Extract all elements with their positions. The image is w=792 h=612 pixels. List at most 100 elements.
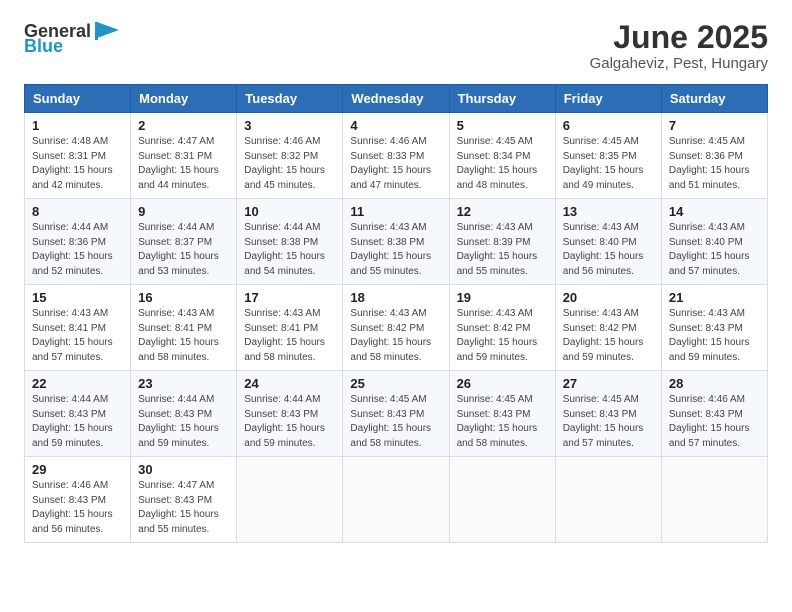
day-number: 11 (350, 204, 441, 219)
day-info: Sunrise: 4:46 AM Sunset: 8:33 PM Dayligh… (350, 135, 441, 193)
day-info: Sunrise: 4:45 AM Sunset: 8:36 PM Dayligh… (669, 135, 760, 193)
calendar-week-row: 22 Sunrise: 4:44 AM Sunset: 8:43 PM Dayli… (25, 371, 768, 457)
day-number: 13 (563, 204, 654, 219)
header-wednesday: Wednesday (343, 85, 449, 113)
day-number: 15 (32, 290, 123, 305)
day-info: Sunrise: 4:46 AM Sunset: 8:32 PM Dayligh… (244, 135, 335, 193)
calendar-cell: 7 Sunrise: 4:45 AM Sunset: 8:36 PM Daylig… (661, 113, 767, 199)
day-number: 19 (457, 290, 548, 305)
day-info: Sunrise: 4:47 AM Sunset: 8:31 PM Dayligh… (138, 135, 229, 193)
day-info: Sunrise: 4:43 AM Sunset: 8:39 PM Dayligh… (457, 221, 548, 279)
calendar: SundayMondayTuesdayWednesdayThursdayFrid… (24, 84, 768, 543)
header-monday: Monday (131, 85, 237, 113)
calendar-cell (661, 457, 767, 543)
calendar-week-row: 8Sunrise: 4:44 AM Sunset: 8:36 PM Daylig… (25, 199, 768, 285)
calendar-cell: 20 Sunrise: 4:43 AM Sunset: 8:42 PM Dayli… (555, 285, 661, 371)
calendar-cell: 3 Sunrise: 4:46 AM Sunset: 8:32 PM Daylig… (237, 113, 343, 199)
calendar-cell: 12 Sunrise: 4:43 AM Sunset: 8:39 PM Dayli… (449, 199, 555, 285)
day-info: Sunrise: 4:45 AM Sunset: 8:34 PM Dayligh… (457, 135, 548, 193)
calendar-cell: 23Sunrise: 4:44 AM Sunset: 8:43 PM Dayli… (131, 371, 237, 457)
day-number: 17 (244, 290, 335, 305)
logo: General Blue (24, 20, 121, 57)
calendar-cell: 13 Sunrise: 4:43 AM Sunset: 8:40 PM Dayli… (555, 199, 661, 285)
day-number: 7 (669, 118, 760, 133)
day-number: 23 (138, 376, 229, 391)
calendar-cell: 9 Sunrise: 4:44 AM Sunset: 8:37 PM Daylig… (131, 199, 237, 285)
calendar-cell: 28Sunrise: 4:46 AM Sunset: 8:43 PM Dayli… (661, 371, 767, 457)
header-thursday: Thursday (449, 85, 555, 113)
day-info: Sunrise: 4:45 AM Sunset: 8:35 PM Dayligh… (563, 135, 654, 193)
calendar-cell: 21 Sunrise: 4:43 AM Sunset: 8:43 PM Dayli… (661, 285, 767, 371)
calendar-cell (555, 457, 661, 543)
logo-blue: Blue (24, 36, 63, 57)
day-info: Sunrise: 4:43 AM Sunset: 8:40 PM Dayligh… (669, 221, 760, 279)
day-info: Sunrise: 4:47 AM Sunset: 8:43 PM Dayligh… (138, 479, 229, 537)
calendar-cell: 15 Sunrise: 4:43 AM Sunset: 8:41 PM Dayli… (25, 285, 131, 371)
header: General Blue June 2025 Galgaheviz, Pest,… (24, 20, 768, 72)
day-info: Sunrise: 4:43 AM Sunset: 8:41 PM Dayligh… (32, 307, 123, 365)
calendar-cell: 18Sunrise: 4:43 AM Sunset: 8:42 PM Dayli… (343, 285, 449, 371)
day-number: 5 (457, 118, 548, 133)
calendar-week-row: 29 Sunrise: 4:46 AM Sunset: 8:43 PM Dayli… (25, 457, 768, 543)
calendar-cell: 30 Sunrise: 4:47 AM Sunset: 8:43 PM Dayli… (131, 457, 237, 543)
calendar-cell: 8Sunrise: 4:44 AM Sunset: 8:36 PM Daylig… (25, 199, 131, 285)
calendar-cell: 24 Sunrise: 4:44 AM Sunset: 8:43 PM Dayli… (237, 371, 343, 457)
calendar-cell: 26 Sunrise: 4:45 AM Sunset: 8:43 PM Dayli… (449, 371, 555, 457)
day-info: Sunrise: 4:45 AM Sunset: 8:43 PM Dayligh… (457, 393, 548, 451)
calendar-cell: 10 Sunrise: 4:44 AM Sunset: 8:38 PM Dayli… (237, 199, 343, 285)
day-number: 1 (32, 118, 123, 133)
day-info: Sunrise: 4:43 AM Sunset: 8:43 PM Dayligh… (669, 307, 760, 365)
day-info: Sunrise: 4:45 AM Sunset: 8:43 PM Dayligh… (563, 393, 654, 451)
calendar-cell: 1 Sunrise: 4:48 AM Sunset: 8:31 PM Daylig… (25, 113, 131, 199)
calendar-header-row: SundayMondayTuesdayWednesdayThursdayFrid… (25, 85, 768, 113)
calendar-cell: 4 Sunrise: 4:46 AM Sunset: 8:33 PM Daylig… (343, 113, 449, 199)
day-info: Sunrise: 4:44 AM Sunset: 8:43 PM Dayligh… (244, 393, 335, 451)
day-number: 26 (457, 376, 548, 391)
day-number: 20 (563, 290, 654, 305)
calendar-cell: 6 Sunrise: 4:45 AM Sunset: 8:35 PM Daylig… (555, 113, 661, 199)
day-info: Sunrise: 4:43 AM Sunset: 8:41 PM Dayligh… (138, 307, 229, 365)
calendar-week-row: 1 Sunrise: 4:48 AM Sunset: 8:31 PM Daylig… (25, 113, 768, 199)
day-info: Sunrise: 4:45 AM Sunset: 8:43 PM Dayligh… (350, 393, 441, 451)
day-info: Sunrise: 4:44 AM Sunset: 8:36 PM Dayligh… (32, 221, 123, 279)
day-number: 3 (244, 118, 335, 133)
day-info: Sunrise: 4:46 AM Sunset: 8:43 PM Dayligh… (669, 393, 760, 451)
day-number: 14 (669, 204, 760, 219)
day-number: 10 (244, 204, 335, 219)
day-info: Sunrise: 4:43 AM Sunset: 8:42 PM Dayligh… (350, 307, 441, 365)
calendar-cell: 25 Sunrise: 4:45 AM Sunset: 8:43 PM Dayli… (343, 371, 449, 457)
calendar-cell: 17 Sunrise: 4:43 AM Sunset: 8:41 PM Dayli… (237, 285, 343, 371)
calendar-cell: 22 Sunrise: 4:44 AM Sunset: 8:43 PM Dayli… (25, 371, 131, 457)
day-number: 16 (138, 290, 229, 305)
day-info: Sunrise: 4:43 AM Sunset: 8:42 PM Dayligh… (563, 307, 654, 365)
day-info: Sunrise: 4:44 AM Sunset: 8:38 PM Dayligh… (244, 221, 335, 279)
day-info: Sunrise: 4:48 AM Sunset: 8:31 PM Dayligh… (32, 135, 123, 193)
day-number: 30 (138, 462, 229, 477)
logo-flag-icon (93, 20, 121, 42)
day-info: Sunrise: 4:46 AM Sunset: 8:43 PM Dayligh… (32, 479, 123, 537)
day-number: 9 (138, 204, 229, 219)
calendar-cell: 19 Sunrise: 4:43 AM Sunset: 8:42 PM Dayli… (449, 285, 555, 371)
day-number: 6 (563, 118, 654, 133)
header-saturday: Saturday (661, 85, 767, 113)
calendar-week-row: 15 Sunrise: 4:43 AM Sunset: 8:41 PM Dayli… (25, 285, 768, 371)
day-info: Sunrise: 4:43 AM Sunset: 8:42 PM Dayligh… (457, 307, 548, 365)
day-number: 21 (669, 290, 760, 305)
day-number: 25 (350, 376, 441, 391)
day-number: 12 (457, 204, 548, 219)
location-title: Galgaheviz, Pest, Hungary (590, 55, 768, 72)
day-info: Sunrise: 4:43 AM Sunset: 8:41 PM Dayligh… (244, 307, 335, 365)
calendar-cell: 5 Sunrise: 4:45 AM Sunset: 8:34 PM Daylig… (449, 113, 555, 199)
day-info: Sunrise: 4:43 AM Sunset: 8:40 PM Dayligh… (563, 221, 654, 279)
day-number: 29 (32, 462, 123, 477)
day-number: 4 (350, 118, 441, 133)
calendar-cell: 14 Sunrise: 4:43 AM Sunset: 8:40 PM Dayli… (661, 199, 767, 285)
calendar-cell: 16 Sunrise: 4:43 AM Sunset: 8:41 PM Dayli… (131, 285, 237, 371)
day-number: 22 (32, 376, 123, 391)
day-info: Sunrise: 4:44 AM Sunset: 8:43 PM Dayligh… (32, 393, 123, 451)
day-number: 24 (244, 376, 335, 391)
header-friday: Friday (555, 85, 661, 113)
calendar-cell (343, 457, 449, 543)
day-info: Sunrise: 4:43 AM Sunset: 8:38 PM Dayligh… (350, 221, 441, 279)
day-info: Sunrise: 4:44 AM Sunset: 8:37 PM Dayligh… (138, 221, 229, 279)
